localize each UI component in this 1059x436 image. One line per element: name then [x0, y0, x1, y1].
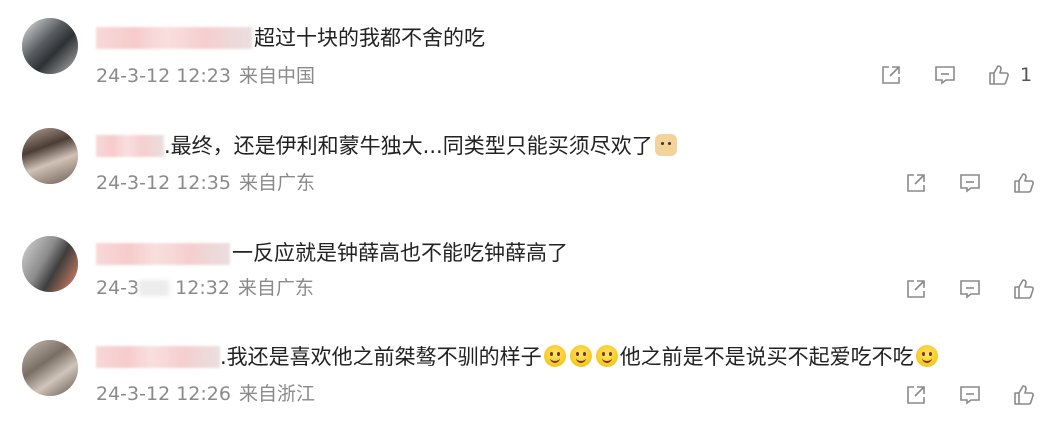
- comment-location: 来自浙江: [238, 383, 315, 405]
- comment-actions: [903, 276, 1043, 302]
- like-button[interactable]: [1011, 170, 1037, 196]
- comment-date: 24-3: [96, 277, 140, 299]
- comment-text-row: .我还是喜欢他之前桀骜不驯的样子 他之前是不是说买不起爱吃不吃: [220, 344, 940, 370]
- avatar[interactable]: [22, 236, 78, 292]
- comment-date: 24-3-12 12:23: [96, 65, 231, 87]
- comment-text: .最终，还是伊利和蒙牛独大...同类型只能买须尽欢了: [164, 134, 653, 158]
- comment-item: .我还是喜欢他之前桀骜不驯的样子 他之前是不是说买不起爱吃不吃 24-3-12 1…: [0, 324, 1059, 434]
- share-button[interactable]: [903, 276, 929, 302]
- share-button[interactable]: [903, 382, 929, 408]
- username-blurred[interactable]: [96, 135, 164, 157]
- comment-text: .我还是喜欢他之前桀骜不驯的样子: [220, 345, 542, 369]
- like-count: 1: [1020, 64, 1033, 86]
- comment-location: 来自广东: [237, 277, 314, 299]
- thumbs-up-icon: [989, 65, 1009, 85]
- comment-text-row: .最终，还是伊利和蒙牛独大...同类型只能买须尽欢了: [164, 133, 677, 159]
- comment-text: 他之前是不是说买不起爱吃不吃: [619, 345, 914, 369]
- comment-item: 超过十块的我都不舍的吃 24-3-12 12:23 来自中国 1: [0, 0, 1059, 110]
- smile-emoji-icon: [595, 345, 618, 367]
- comment-actions: [903, 382, 1043, 408]
- comment-icon: [960, 280, 980, 299]
- username-blurred[interactable]: [96, 27, 252, 49]
- username-blurred[interactable]: [96, 243, 230, 265]
- thumbs-up-icon: [1014, 385, 1034, 405]
- reply-button[interactable]: [932, 62, 958, 88]
- smile-emoji-icon: [543, 345, 566, 367]
- comment-icon: [960, 386, 980, 405]
- reply-button[interactable]: [957, 276, 983, 302]
- thumbs-up-icon: [1014, 173, 1034, 193]
- comment-item: .最终，还是伊利和蒙牛独大...同类型只能买须尽欢了 24-3-12 12:35…: [0, 108, 1059, 218]
- like-button[interactable]: [1011, 276, 1037, 302]
- comment-meta: 24-3-12 12:35 来自广东: [96, 171, 315, 195]
- blur-mark: [139, 280, 170, 296]
- comment-icon: [935, 66, 955, 85]
- comment-actions: 1: [878, 62, 1048, 88]
- comment-item: 一反应就是钟薛高也不能吃钟薛高了 24-3 12:32 来自广东: [0, 218, 1059, 328]
- share-button[interactable]: [903, 170, 929, 196]
- comment-actions: [903, 170, 1043, 196]
- comment-date: 24-3-12 12:26: [96, 383, 231, 405]
- comment-meta: 24-3-12 12:26 来自浙江: [96, 382, 315, 406]
- comment-location: 来自中国: [238, 65, 315, 87]
- dog-emoji-icon: [654, 134, 677, 156]
- avatar[interactable]: [22, 128, 78, 184]
- comment-location: 来自广东: [238, 172, 315, 194]
- comment-meta: 24-3 12:32 来自广东: [96, 276, 314, 300]
- share-icon: [907, 174, 925, 192]
- comment-time: 12:32: [169, 277, 230, 299]
- smile-emoji-icon: [915, 345, 938, 367]
- like-button[interactable]: [1011, 382, 1037, 408]
- avatar[interactable]: [22, 340, 78, 396]
- share-icon: [907, 386, 925, 404]
- reply-button[interactable]: [957, 170, 983, 196]
- share-icon: [882, 66, 900, 84]
- comment-date: 24-3-12 12:35: [96, 172, 231, 194]
- comment-icon: [960, 174, 980, 193]
- avatar[interactable]: [22, 18, 78, 74]
- like-button[interactable]: 1: [986, 62, 1032, 88]
- reply-button[interactable]: [957, 382, 983, 408]
- comment-meta: 24-3-12 12:23 来自中国: [96, 64, 315, 88]
- username-blurred[interactable]: [96, 346, 220, 368]
- thumbs-up-icon: [1014, 279, 1034, 299]
- comment-text: 超过十块的我都不舍的吃: [254, 26, 485, 50]
- share-button[interactable]: [878, 62, 904, 88]
- comment-text: 一反应就是钟薛高也不能吃钟薛高了: [232, 241, 568, 265]
- share-icon: [907, 280, 925, 298]
- smile-emoji-icon: [569, 345, 592, 367]
